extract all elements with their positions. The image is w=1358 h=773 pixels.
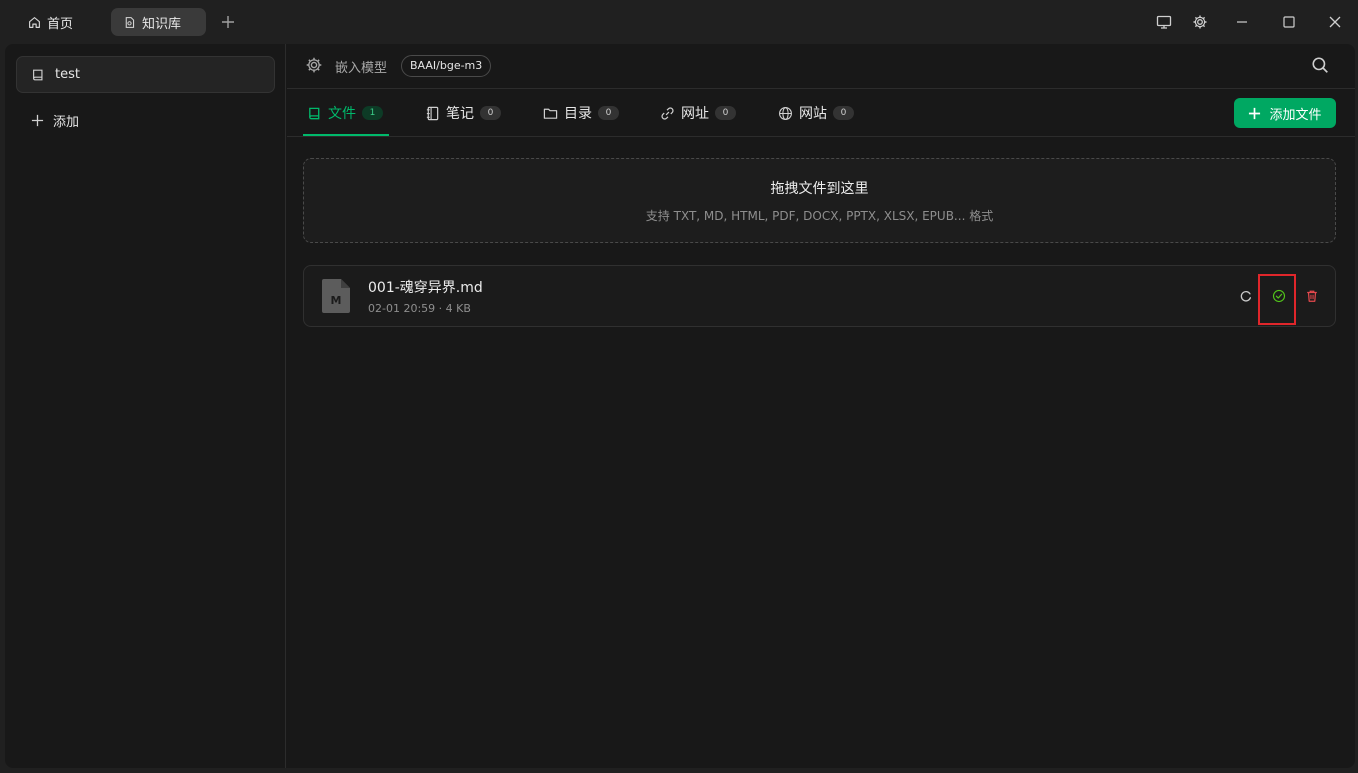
tab-home[interactable]: 首页 <box>16 8 100 36</box>
highlight-box <box>1258 274 1296 325</box>
add-file-button[interactable]: 添加文件 <box>1234 98 1336 128</box>
sidebar-item-test[interactable]: test <box>16 56 275 93</box>
reprocess-button[interactable] <box>1238 288 1254 304</box>
tab-directory-label: 目录 <box>564 106 592 122</box>
title-bar: 首页 知识库 <box>0 0 1358 44</box>
sidebar: test 添加 <box>5 44 286 768</box>
tab-urls[interactable]: 网址 0 <box>660 103 736 123</box>
tab-notes[interactable]: 笔记 0 <box>425 103 501 123</box>
app-window: test 添加 嵌入模型 BAAI/bge-m3 文件 1 笔记 0 目录 0 … <box>5 44 1355 768</box>
refresh-icon <box>1240 290 1252 302</box>
plus-icon <box>1249 107 1261 119</box>
tab-home-label: 首页 <box>47 16 74 32</box>
tab-files-label: 文件 <box>328 106 356 122</box>
main-panel: 嵌入模型 BAAI/bge-m3 文件 1 笔记 0 目录 0 网址 0 网站 … <box>287 44 1355 768</box>
tab-websites-label: 网站 <box>799 106 827 122</box>
gear-icon[interactable] <box>305 56 323 74</box>
add-file-label: 添加文件 <box>1269 107 1322 123</box>
file-icon-letter: M <box>330 294 342 307</box>
file-dropzone[interactable]: 拖拽文件到这里 支持 TXT, MD, HTML, PDF, DOCX, PPT… <box>303 158 1336 243</box>
link-icon <box>661 106 674 120</box>
gear-icon <box>1193 15 1207 29</box>
file-name: 001-魂穿异界.md <box>368 280 483 296</box>
settings-button[interactable] <box>1189 11 1211 33</box>
add-knowledge-base-button[interactable]: 添加 <box>31 110 79 130</box>
tab-files[interactable]: 文件 1 <box>307 103 383 123</box>
dropzone-subtitle: 支持 TXT, MD, HTML, PDF, DOCX, PPTX, XLSX,… <box>645 209 994 223</box>
globe-icon <box>779 106 792 120</box>
tab-knowledge-base-label: 知识库 <box>142 16 182 32</box>
embed-model-badge: BAAI/bge-m3 <box>401 55 492 77</box>
tab-websites[interactable]: 网站 0 <box>778 103 854 123</box>
minimize-icon <box>1237 21 1247 23</box>
minimize-button[interactable] <box>1231 11 1253 33</box>
tab-websites-count: 0 <box>833 106 854 120</box>
tab-notes-label: 笔记 <box>446 106 474 122</box>
tab-directory-count: 0 <box>598 106 619 120</box>
folder-icon <box>543 108 558 119</box>
dropzone-title: 拖拽文件到这里 <box>770 181 869 197</box>
tab-knowledge-base[interactable]: 知识库 <box>111 8 206 36</box>
close-icon <box>1329 16 1341 28</box>
maximize-icon <box>1283 16 1295 28</box>
book-icon <box>309 107 320 119</box>
plus-icon <box>31 114 44 126</box>
embed-model-label: 嵌入模型 <box>335 61 388 76</box>
search-icon[interactable] <box>1311 56 1329 74</box>
delete-file-button[interactable] <box>1304 288 1320 304</box>
tab-urls-count: 0 <box>715 106 736 120</box>
notebook-icon <box>426 106 439 120</box>
tab-files-count: 1 <box>362 106 383 120</box>
book-icon <box>33 69 43 80</box>
new-tab-button[interactable] <box>217 11 239 33</box>
display-button[interactable] <box>1153 11 1175 33</box>
monitor-icon <box>1156 15 1172 29</box>
plus-icon <box>222 16 234 28</box>
sidebar-item-label: test <box>55 67 80 82</box>
tab-notes-count: 0 <box>480 106 501 120</box>
tab-directory[interactable]: 目录 0 <box>543 103 619 123</box>
tab-urls-label: 网址 <box>681 106 709 122</box>
maximize-button[interactable] <box>1278 11 1300 33</box>
file-item[interactable]: M 001-魂穿异界.md 02-01 20:59 · 4 KB <box>303 265 1336 327</box>
close-button[interactable] <box>1324 11 1346 33</box>
content-tabs: 文件 1 笔记 0 目录 0 网址 0 网站 0 添加文件 <box>287 89 1355 137</box>
trash-icon <box>1307 290 1317 302</box>
add-knowledge-base-label: 添加 <box>53 114 80 130</box>
home-icon <box>29 16 40 28</box>
knowledge-header: 嵌入模型 BAAI/bge-m3 <box>287 44 1355 89</box>
active-tab-indicator <box>303 134 389 136</box>
knowledge-icon <box>125 16 135 28</box>
file-meta: 02-01 20:59 · 4 KB <box>368 302 471 315</box>
